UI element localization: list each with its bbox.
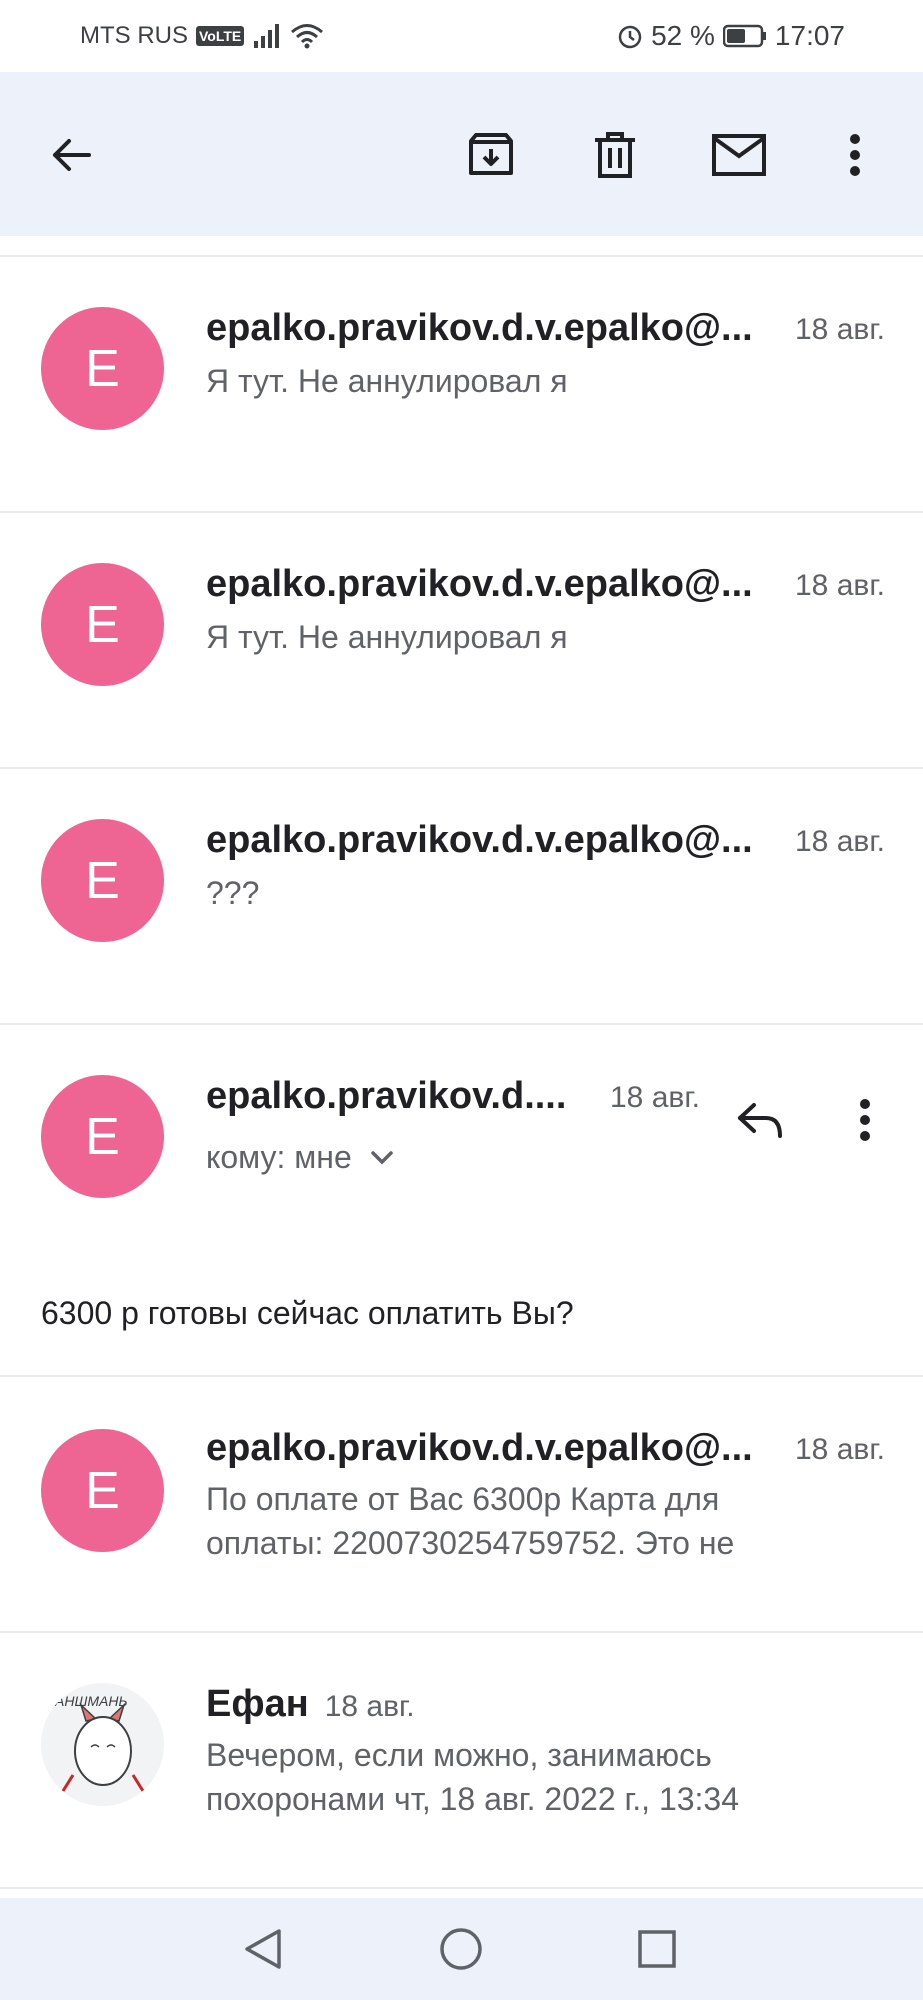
wifi-icon xyxy=(291,24,324,49)
snippet-line: По оплате от Вас 6300р Карта для xyxy=(206,1481,720,1517)
message-snippet: Я тут. Не аннулировал я xyxy=(206,363,568,399)
message-date: 18 авг. xyxy=(610,1081,700,1114)
recipient-label: кому: мне xyxy=(206,1139,352,1175)
message-snippet: ??? xyxy=(206,875,260,911)
divider xyxy=(0,1887,923,1889)
signal-icon xyxy=(254,24,280,48)
battery-icon xyxy=(722,24,766,48)
reply-button[interactable] xyxy=(725,1085,795,1155)
avatar: АНШМАНЬ xyxy=(41,1683,164,1806)
carrier-label: MTS RUS xyxy=(80,22,188,49)
sender-name: epalko.pravikov.d.... xyxy=(206,1075,567,1117)
message-item[interactable]: E epalko.pravikov.d.v.epalko@... 18 авг.… xyxy=(0,513,923,767)
message-date: 18 авг. xyxy=(795,569,885,602)
nav-back-button[interactable] xyxy=(228,1914,298,1984)
avatar: E xyxy=(41,819,164,942)
sender-name: Ефан xyxy=(206,1683,309,1725)
message-snippet: Вечером, если можно, занимаюсь похоронам… xyxy=(206,1733,886,1821)
more-options-button[interactable] xyxy=(820,120,890,190)
system-nav-bar xyxy=(0,1898,923,2000)
message-more-button[interactable] xyxy=(830,1085,900,1155)
archive-button[interactable] xyxy=(456,120,526,190)
message-date: 18 авг. xyxy=(795,1433,885,1466)
more-vert-icon xyxy=(850,134,860,176)
message-body: 6300 р готовы сейчас оплатить Вы? xyxy=(41,1295,574,1331)
reply-icon xyxy=(738,1103,782,1138)
trash-icon xyxy=(595,132,635,178)
recipient-toggle[interactable]: кому: мне xyxy=(206,1139,394,1176)
drawing-icon xyxy=(61,1702,145,1792)
chevron-down-icon xyxy=(371,1150,393,1164)
delete-button[interactable] xyxy=(580,120,650,190)
clock: 17:07 xyxy=(774,20,845,51)
message-date: 18 авг. xyxy=(795,825,885,858)
back-button[interactable] xyxy=(36,120,106,190)
avatar: E xyxy=(41,1075,164,1198)
message-item[interactable]: АНШМАНЬ Ефан 18 авг. Вечером, если можно… xyxy=(0,1633,923,1887)
nav-home-icon xyxy=(440,1928,482,1970)
message-snippet: Я тут. Не аннулировал я xyxy=(206,619,568,655)
alarm-icon xyxy=(618,25,642,49)
mark-unread-button[interactable] xyxy=(704,120,774,190)
more-vert-icon xyxy=(860,1099,870,1141)
sender-name: epalko.pravikov.d.v.epalko@... xyxy=(206,819,753,861)
volte-badge: VoLTE xyxy=(196,26,245,46)
snippet-line: Вечером, если можно, занимаюсь xyxy=(206,1737,712,1773)
battery-percent: 52 % xyxy=(651,20,715,51)
nav-home-button[interactable] xyxy=(426,1914,496,1984)
sender-name: epalko.pravikov.d.v.epalko@... xyxy=(206,563,753,605)
nav-recents-button[interactable] xyxy=(622,1914,692,1984)
status-bar: MTS RUS VoLTE 52 % 17:07 xyxy=(0,0,923,72)
snippet-line: оплаты: 2200730254759752. Это не xyxy=(206,1525,735,1561)
nav-recents-icon xyxy=(638,1930,676,1968)
message-item[interactable]: E epalko.pravikov.d.v.epalko@... 18 авг.… xyxy=(0,769,923,1023)
sender-name: epalko.pravikov.d.v.epalko@... xyxy=(206,307,753,349)
avatar: E xyxy=(41,1429,164,1552)
avatar: E xyxy=(41,563,164,686)
archive-icon xyxy=(469,133,513,175)
sender-name: epalko.pravikov.d.v.epalko@... xyxy=(206,1427,753,1469)
app-bar xyxy=(0,72,923,236)
snippet-line: похоронами чт, 18 авг. 2022 г., 13:34 xyxy=(206,1781,740,1817)
message-date: 18 авг. xyxy=(324,1690,415,1723)
avatar: E xyxy=(41,307,164,430)
expanded-message: E epalko.pravikov.d.... 18 авг. кому: мн… xyxy=(0,1025,923,1375)
nav-back-icon xyxy=(245,1929,281,1969)
message-item[interactable]: E epalko.pravikov.d.v.epalko@... 18 авг.… xyxy=(0,1377,923,1631)
message-item[interactable]: E epalko.pravikov.d.v.epalko@... 18 авг.… xyxy=(0,257,923,511)
back-arrow-icon xyxy=(53,139,91,171)
mail-icon xyxy=(712,134,766,176)
message-date: 18 авг. xyxy=(795,313,885,346)
message-snippet: По оплате от Вас 6300р Карта для оплаты:… xyxy=(206,1477,886,1565)
